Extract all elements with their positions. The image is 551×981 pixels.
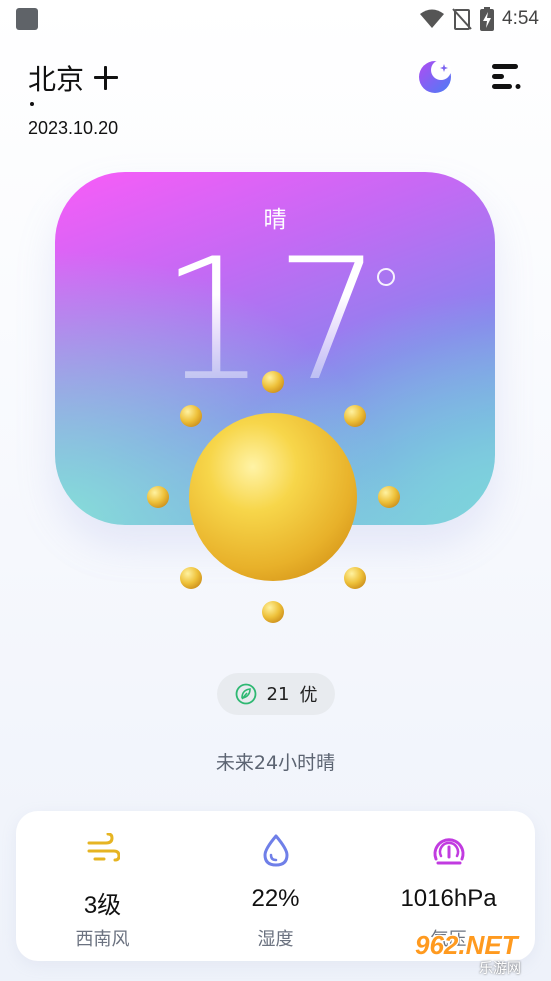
pressure-gauge-icon: [433, 838, 465, 865]
watermark-logo: 962.NET 乐游网: [415, 930, 543, 977]
date-label: 2023.10.20: [28, 118, 119, 138]
battery-charging-icon: [480, 7, 495, 31]
menu-button[interactable]: [488, 60, 524, 92]
aqi-value: 21: [266, 683, 290, 705]
wind-level: 3级: [83, 892, 122, 919]
wind-direction: 西南风: [75, 929, 130, 950]
wifi-icon: [420, 9, 445, 28]
app-notification-icon: [16, 8, 38, 30]
status-bar: 4:54: [0, 0, 551, 40]
humidity-label: 湿度: [257, 929, 294, 950]
status-time: 4:54: [502, 8, 539, 29]
detail-wind[interactable]: 3级 西南风: [16, 811, 189, 961]
detail-humidity[interactable]: 22% 湿度: [189, 811, 362, 961]
watermark-main: 962.NET: [415, 930, 518, 960]
aqi-level: 优: [299, 685, 318, 706]
page-indicator: [30, 102, 34, 106]
plus-icon[interactable]: [94, 66, 119, 90]
forecast-summary: 未来24小时晴: [215, 752, 336, 774]
humidity-value: 22%: [251, 885, 300, 912]
city-header[interactable]: 北京: [28, 58, 119, 98]
degree-icon: [377, 268, 395, 286]
leaf-icon: [235, 683, 256, 705]
sun-icon: [147, 371, 400, 623]
status-icons: 4:54: [420, 6, 539, 32]
pressure-value: 1016hPa: [400, 885, 497, 912]
watermark-sub: 乐游网: [479, 961, 521, 977]
menu-icon: [492, 64, 521, 89]
no-signal-icon: [452, 8, 472, 30]
aqi-badge[interactable]: 21 优: [217, 673, 335, 715]
water-drop-icon: [263, 834, 289, 867]
wind-icon: [87, 833, 120, 862]
theme-toggle-button[interactable]: [417, 58, 453, 94]
city-name[interactable]: 北京: [28, 58, 84, 98]
moon-star-icon: [419, 60, 451, 93]
